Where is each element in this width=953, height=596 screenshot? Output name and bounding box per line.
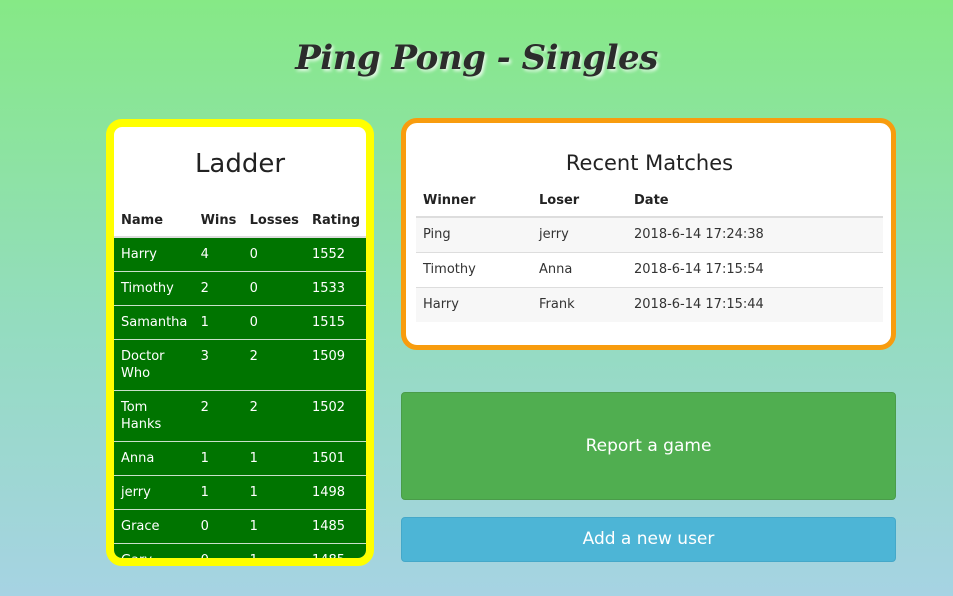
- recent-matches-heading: Recent Matches: [565, 151, 734, 175]
- player-rating: 1498: [304, 475, 366, 510]
- player-rating: 1515: [304, 305, 366, 340]
- recent-header-row: Winner Loser Date: [416, 186, 883, 218]
- player-rating: 1509: [304, 339, 366, 391]
- ladder-row[interactable]: Gary 0 1 1485: [114, 543, 366, 558]
- match-winner: Timothy: [416, 252, 532, 288]
- player-wins: 1: [193, 305, 243, 340]
- player-name: Tom Hanks: [114, 390, 194, 442]
- player-wins: 4: [193, 236, 243, 272]
- player-name: Timothy: [114, 271, 194, 306]
- player-wins: 2: [193, 271, 243, 306]
- ladder-header-row: Name Wins Losses Rating: [114, 205, 366, 238]
- player-name: Doctor Who: [114, 339, 194, 391]
- ladder-row[interactable]: Timothy 2 0 1533: [114, 271, 366, 306]
- column-header-losses[interactable]: Losses: [242, 205, 305, 238]
- player-rating: 1502: [304, 390, 366, 442]
- player-rating: 1485: [304, 543, 366, 558]
- match-loser: Frank: [532, 287, 627, 322]
- match-date: 2018-6-14 17:24:38: [627, 216, 883, 253]
- ladder-panel: Ladder Name Wins Losses Rating Harry 4 0…: [106, 119, 374, 566]
- column-header-wins[interactable]: Wins: [193, 205, 243, 238]
- player-name: Samantha: [114, 305, 194, 340]
- player-losses: 2: [242, 339, 305, 391]
- ladder-row[interactable]: Tom Hanks 2 2 1502: [114, 390, 366, 442]
- player-wins: 1: [193, 475, 243, 510]
- player-rating: 1533: [304, 271, 366, 306]
- match-row: Harry Frank 2018-6-14 17:15:44: [416, 287, 883, 322]
- match-row: Ping jerry 2018-6-14 17:24:38: [416, 216, 883, 253]
- ladder-table: Name Wins Losses Rating Harry 4 0 1552 T…: [114, 205, 366, 558]
- player-wins: 0: [193, 543, 243, 558]
- ladder-row[interactable]: Doctor Who 3 2 1509: [114, 339, 366, 391]
- player-name: Anna: [114, 441, 194, 476]
- column-header-winner: Winner: [416, 186, 532, 218]
- ladder-row[interactable]: Harry 4 0 1552: [114, 236, 366, 272]
- player-losses: 2: [242, 390, 305, 442]
- player-losses: 1: [242, 441, 305, 476]
- match-loser: jerry: [532, 216, 627, 253]
- ladder-row[interactable]: jerry 1 1 1498: [114, 475, 366, 510]
- player-name: jerry: [114, 475, 194, 510]
- column-header-name[interactable]: Name: [114, 205, 194, 238]
- recent-matches-panel: Recent Matches Winner Loser Date Ping je…: [401, 118, 896, 350]
- player-losses: 1: [242, 475, 305, 510]
- ladder-heading: Ladder: [194, 149, 286, 179]
- player-losses: 0: [242, 236, 305, 272]
- player-losses: 0: [242, 305, 305, 340]
- player-rating: 1485: [304, 509, 366, 544]
- match-winner: Ping: [416, 216, 532, 253]
- recent-matches-table: Winner Loser Date Ping jerry 2018-6-14 1…: [416, 186, 883, 322]
- column-header-rating[interactable]: Rating: [304, 205, 366, 238]
- column-header-loser: Loser: [532, 186, 627, 218]
- ladder-row[interactable]: Anna 1 1 1501: [114, 441, 366, 476]
- match-row: Timothy Anna 2018-6-14 17:15:54: [416, 252, 883, 288]
- match-date: 2018-6-14 17:15:44: [627, 287, 883, 322]
- player-rating: 1501: [304, 441, 366, 476]
- match-winner: Harry: [416, 287, 532, 322]
- player-wins: 2: [193, 390, 243, 442]
- player-losses: 0: [242, 271, 305, 306]
- player-wins: 1: [193, 441, 243, 476]
- page-title: Ping Pong - Singles: [295, 38, 658, 78]
- player-name: Grace: [114, 509, 194, 544]
- add-user-button[interactable]: Add a new user: [401, 517, 896, 562]
- ladder-row[interactable]: Grace 0 1 1485: [114, 509, 366, 544]
- match-loser: Anna: [532, 252, 627, 288]
- player-wins: 0: [193, 509, 243, 544]
- player-wins: 3: [193, 339, 243, 391]
- ladder-row[interactable]: Samantha 1 0 1515: [114, 305, 366, 340]
- player-rating: 1552: [304, 236, 366, 272]
- player-name: Gary: [114, 543, 194, 558]
- player-losses: 1: [242, 509, 305, 544]
- report-game-button[interactable]: Report a game: [401, 392, 896, 500]
- player-name: Harry: [114, 236, 194, 272]
- match-date: 2018-6-14 17:15:54: [627, 252, 883, 288]
- column-header-date: Date: [627, 186, 883, 218]
- player-losses: 1: [242, 543, 305, 558]
